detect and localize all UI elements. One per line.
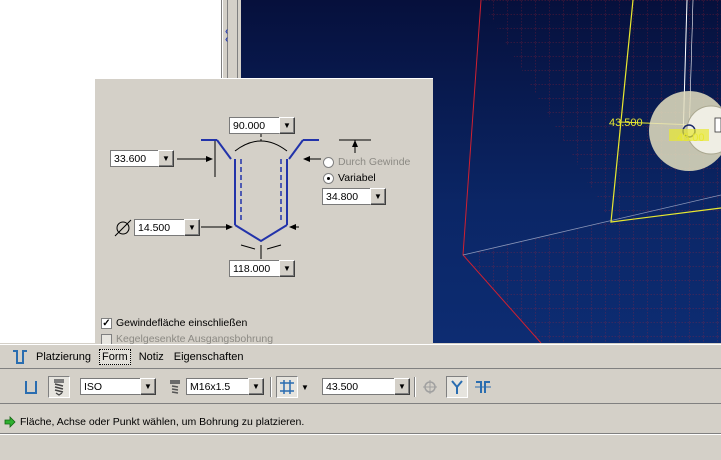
thread-standard-combo[interactable]: ISO ▼ [80, 377, 156, 395]
depth-option-dropdown[interactable]: ▼ [299, 376, 311, 398]
hole-dashboard-toolbar: ISO ▼ M16x1.5 ▼ ▼ 43.500 ▼ [0, 368, 721, 404]
chevron-down-icon[interactable]: ▼ [158, 149, 174, 167]
depth-blind-icon [280, 380, 294, 394]
depth-option-button[interactable] [276, 376, 298, 398]
depth-value-combo[interactable]: 43.500 ▼ [322, 377, 410, 395]
clearance-hole-button[interactable] [472, 376, 494, 398]
radio-through-label: Durch Gewinde [338, 156, 411, 168]
status-message-row: Fläche, Achse oder Punkt wählen, um Bohr… [0, 414, 721, 430]
include-thread-surface-checkbox[interactable]: ✓ [101, 317, 112, 329]
shape-panel: 90.000 ▼ 33.600 ▼ 14.500 ▼ 118.000 ▼ Dur… [95, 78, 433, 345]
tap-icon [451, 380, 463, 394]
radio-variable-circle[interactable] [323, 172, 334, 184]
radio-variable[interactable]: Variabel [323, 172, 376, 184]
radio-variable-label: Variabel [338, 172, 376, 184]
thread-depth-combo[interactable]: 34.800 ▼ [322, 187, 386, 205]
tab-properties[interactable]: Eigenschaften [172, 350, 246, 364]
simple-hole-icon [25, 381, 37, 394]
point-angle-combo[interactable]: 118.000 ▼ [229, 259, 295, 277]
screw-size-value: M16x1.5 [190, 380, 231, 393]
include-thread-surface-label: Gewindefläche einschließen [116, 317, 248, 329]
countersunk-exit-checkbox[interactable] [101, 333, 112, 345]
angle-top-combo[interactable]: 90.000 ▼ [229, 116, 295, 134]
diameter-combo[interactable]: 14.500 ▼ [134, 218, 200, 236]
countersink-button[interactable] [419, 376, 441, 398]
clearance-hole-icon [475, 381, 491, 393]
standard-hole-button[interactable] [48, 376, 70, 398]
thread-standard-value: ISO [84, 380, 103, 393]
chevron-down-icon[interactable]: ▼ [248, 377, 264, 395]
diameter-value: 14.500 [138, 221, 171, 234]
chevron-down-icon[interactable]: ▼ [394, 377, 410, 395]
prompt-arrow-icon [4, 416, 16, 428]
viewport-dim-label-1: 43.500 [609, 117, 643, 129]
screw-size-combo[interactable]: M16x1.5 ▼ [186, 377, 264, 395]
tab-shape[interactable]: Form [99, 348, 131, 365]
point-angle-value: 118.000 [233, 262, 271, 275]
dashboard-tabs: Platzierung Form Notiz Eigenschaften [0, 344, 721, 368]
include-thread-surface-option[interactable]: ✓ Gewindefläche einschließen [101, 317, 247, 329]
chevron-down-icon[interactable]: ▼ [140, 377, 156, 395]
threaded-hole-icon [54, 379, 64, 396]
screw-size-icon-button [164, 376, 186, 398]
depth-offset-value: 33.600 [114, 152, 147, 165]
thread-depth-value: 34.800 [326, 190, 359, 203]
radio-through-circle[interactable] [323, 156, 334, 168]
chevron-down-icon[interactable]: ▼ [279, 116, 295, 134]
hole-feature-icon [13, 349, 27, 364]
message-area: Fläche, Achse oder Punkt wählen, um Bohr… [0, 405, 721, 460]
screw-icon [170, 380, 180, 394]
depth-offset-combo[interactable]: 33.600 ▼ [110, 149, 174, 167]
simple-hole-button[interactable] [20, 376, 42, 398]
chevron-down-icon[interactable]: ▼ [279, 259, 295, 277]
target-icon [423, 380, 437, 394]
tapped-hole-button[interactable] [446, 376, 468, 398]
depth-value: 43.500 [326, 380, 359, 393]
collapse-arrows-icon[interactable]: ‹ ‹ [225, 27, 228, 45]
viewport-dim-label-2: 45.00 [677, 132, 705, 144]
chevron-down-icon: ▼ [301, 382, 309, 392]
angle-top-value: 90.000 [233, 119, 266, 132]
tab-placement[interactable]: Platzierung [34, 350, 93, 364]
radio-through-thread[interactable]: Durch Gewinde [323, 156, 410, 168]
tab-note[interactable]: Notiz [137, 350, 166, 364]
chevron-down-icon[interactable]: ▼ [184, 218, 200, 236]
chevron-down-icon[interactable]: ▼ [370, 187, 386, 205]
status-message: Fläche, Achse oder Punkt wählen, um Bohr… [20, 416, 305, 428]
